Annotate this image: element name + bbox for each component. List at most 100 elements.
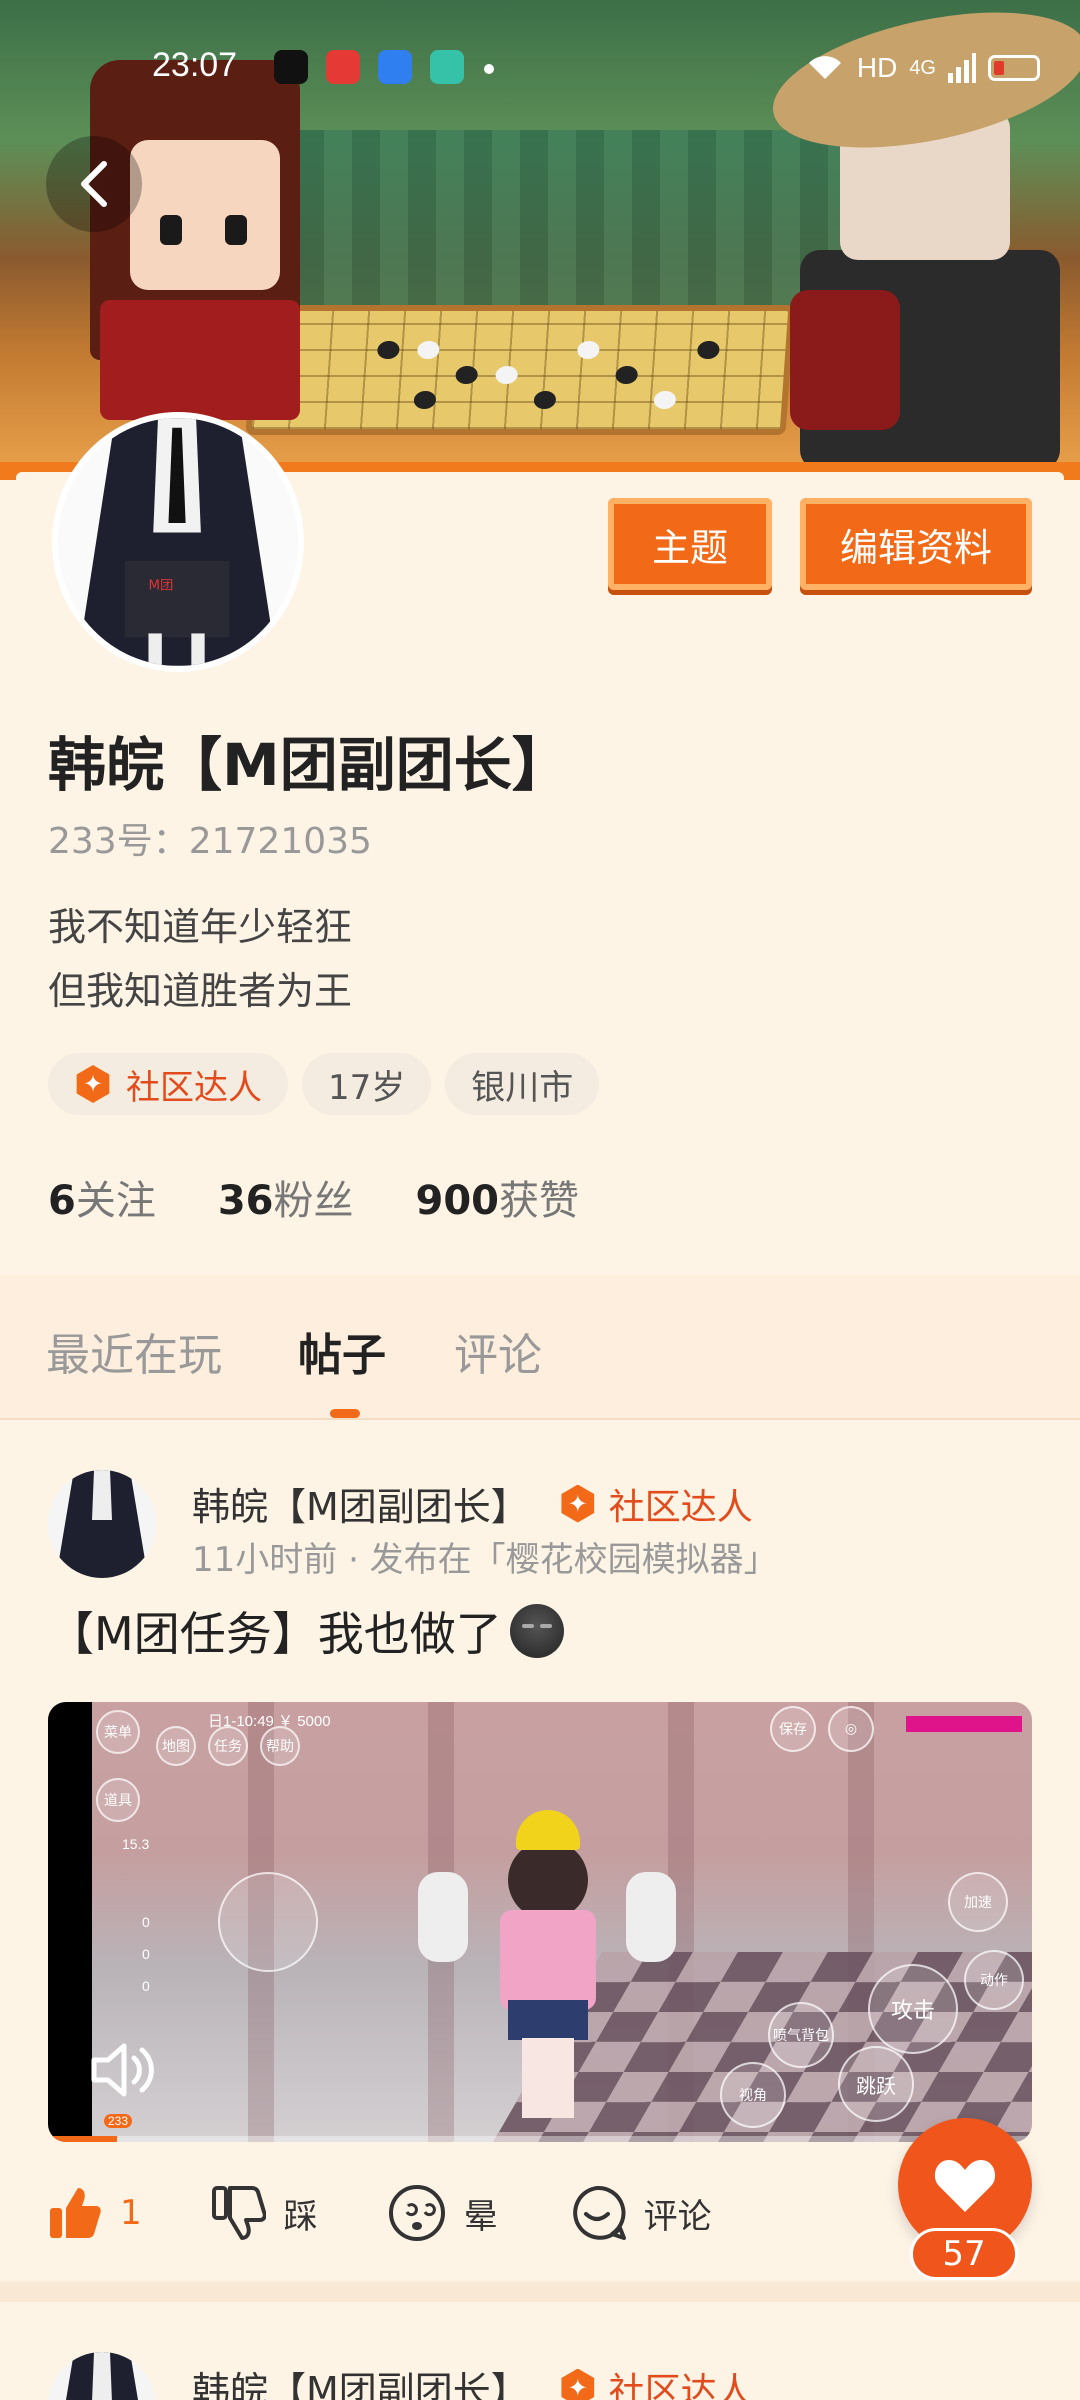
video-save-label: 保存 — [779, 1722, 807, 1738]
dizzy-button[interactable]: 晕 — [388, 2184, 498, 2242]
post-author-avatar[interactable] — [48, 1470, 156, 1578]
edit-profile-button[interactable]: 编辑资料 — [800, 498, 1032, 590]
followers-count: 36 — [217, 1178, 274, 1224]
video-logo: 233 — [104, 2114, 133, 2128]
video-save-button: 保存 — [770, 1706, 816, 1752]
jetpack-wing-right — [626, 1872, 676, 1962]
post2-author-name[interactable]: 韩皖【M团副团长】 — [192, 2360, 529, 2400]
tab-comments[interactable]: 评论 — [454, 1319, 542, 1383]
badge-icon: ✦ — [76, 1065, 110, 1103]
wifi-icon — [808, 56, 841, 79]
theme-button-label: 主题 — [651, 525, 728, 570]
tab-posts[interactable]: 帖子 — [298, 1319, 386, 1383]
status-bar: 23:07 HD 4G — [0, 40, 1080, 90]
tab-recent[interactable]: 最近在玩 — [46, 1319, 222, 1383]
post-meta: 11小时前 · 发布在「樱花校园模拟器」 — [192, 1540, 778, 1580]
video-attack-label: 攻击 — [890, 1999, 935, 2024]
post-title-text: 【M团任务】我也做了 — [48, 1607, 502, 1661]
bio-line-1: 我不知道年少轻狂 — [48, 905, 353, 949]
post2-author-avatar[interactable] — [48, 2352, 156, 2400]
comment-button[interactable]: 评论 — [568, 2184, 712, 2242]
post-title[interactable]: 【M团任务】我也做了 — [48, 1598, 564, 1664]
post-divider — [0, 2282, 1080, 2302]
profile-bio: 我不知道年少轻狂 但我知道胜者为王 — [48, 895, 352, 1023]
post-author-badge-label: 社区达人 — [608, 1486, 753, 1528]
profile-tags: ✦ 社区达人 17岁 银川市 — [48, 1053, 600, 1115]
post2-author-badge-label: 社区达人 — [608, 2370, 753, 2400]
video-tools-button: 道具 — [96, 1778, 140, 1822]
comment-icon — [572, 2185, 626, 2240]
city-tag: 银川市 — [445, 1053, 600, 1115]
notification-dot-icon — [484, 64, 494, 74]
video-map-button: 地图 — [156, 1726, 196, 1766]
video-camera-icon: ◎ — [828, 1706, 874, 1752]
like-count: 1 — [120, 2193, 142, 2233]
video-jet-label: 喷气背包 — [773, 2028, 829, 2044]
tiktok-icon — [274, 50, 308, 84]
dislike-label: 踩 — [283, 2196, 318, 2237]
community-expert-tag[interactable]: ✦ 社区达人 — [48, 1053, 288, 1115]
status-right: HD 4G — [805, 48, 1040, 88]
jetpack-wing-left — [418, 1872, 468, 1962]
community-expert-label: 社区达人 — [126, 1067, 262, 1108]
video-view-label: 视角 — [739, 2088, 767, 2104]
video-jet-button: 喷气背包 — [768, 2002, 834, 2068]
post-avatar-image — [48, 1470, 156, 1578]
video-progress-bar[interactable] — [48, 2136, 1032, 2142]
thumbs-down-icon — [211, 2186, 266, 2240]
age-label: 17岁 — [328, 1067, 406, 1108]
city-label: 银川市 — [471, 1067, 574, 1108]
post2-avatar-image — [48, 2352, 156, 2400]
heart-icon — [934, 2160, 996, 2212]
avatar-image: M团 — [58, 418, 298, 666]
dizzy-face-icon — [388, 2185, 445, 2241]
following-stat[interactable]: 6关注 — [48, 1168, 156, 1226]
video-joystick — [218, 1872, 318, 1972]
avatar[interactable]: M团 — [52, 412, 304, 672]
tab-indicator — [330, 1409, 360, 1418]
video-map-label: 地图 — [162, 1739, 190, 1755]
post-card-2[interactable]: 韩皖【M团副团长】 ✦ 社区达人 — [0, 2302, 1080, 2400]
chevron-left-icon — [81, 161, 107, 207]
post2-author-row: 韩皖【M团副团长】 ✦ 社区达人 — [192, 2360, 753, 2400]
video-help-label: 帮助 — [266, 1739, 294, 1755]
browser-app-icon — [378, 50, 412, 84]
video-jump-button: 跳跃 — [838, 2046, 914, 2122]
video-attack-button: 攻击 — [868, 1964, 958, 2054]
heart-count: 57 — [910, 2228, 1018, 2280]
video-zero-2: 0 — [142, 1946, 150, 1962]
volume-icon[interactable] — [88, 2040, 158, 2100]
thumbs-up-icon — [50, 2188, 101, 2238]
camera-app-icon — [430, 50, 464, 84]
video-health-bar — [906, 1716, 1022, 1732]
post-author-row: 韩皖【M团副团长】 ✦ 社区达人 — [192, 1476, 753, 1531]
age-tag: 17岁 — [302, 1053, 432, 1115]
video-help-button: 帮助 — [260, 1726, 300, 1766]
post-video[interactable]: 日1-10:49 ￥ 5000 菜单 地图 任务 帮助 道具 15.3 0 0 … — [48, 1702, 1032, 2142]
like-button[interactable]: 1 — [48, 2186, 142, 2240]
banner-character-left — [20, 40, 340, 420]
video-app-icon — [326, 50, 360, 84]
post-author-name[interactable]: 韩皖【M团副团长】 — [192, 1476, 529, 1531]
profile-stats: 6关注 36粉丝 900获赞 — [48, 1168, 579, 1226]
bio-line-2: 但我知道胜者为王 — [48, 969, 353, 1013]
video-task-label: 任务 — [214, 1739, 242, 1755]
status-time: 23:07 — [152, 46, 238, 84]
video-stat: 15.3 — [122, 1836, 150, 1852]
followers-label: 粉丝 — [273, 1178, 354, 1224]
theme-button[interactable]: 主题 — [608, 498, 772, 590]
video-progress-fill — [48, 2136, 117, 2142]
edit-profile-button-label: 编辑资料 — [839, 525, 992, 570]
video-task-button: 任务 — [208, 1726, 248, 1766]
profile-name: 韩皖【M团副团长】 — [48, 731, 570, 799]
signal-label: 4G — [909, 56, 936, 79]
dislike-button[interactable]: 踩 — [211, 2186, 318, 2240]
video-zero-1: 0 — [142, 1914, 150, 1930]
battery-icon — [988, 55, 1040, 81]
back-button[interactable] — [46, 136, 142, 232]
likes-stat[interactable]: 900获赞 — [416, 1168, 580, 1226]
video-tools-label: 道具 — [104, 1793, 132, 1809]
followers-stat[interactable]: 36粉丝 — [218, 1168, 354, 1226]
smirk-emoji-icon — [509, 1604, 564, 1658]
profile-uid: 233号：21721035 — [48, 821, 372, 862]
